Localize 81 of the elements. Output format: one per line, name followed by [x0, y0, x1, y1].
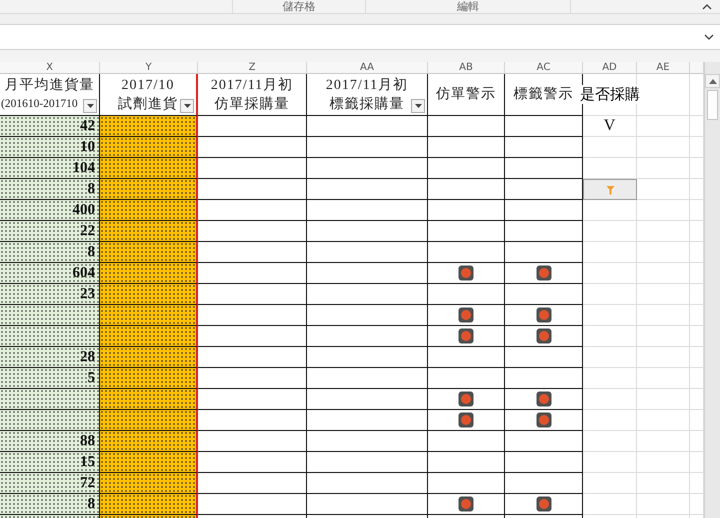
column-header[interactable]: Y [100, 62, 198, 74]
alert-icon [458, 412, 474, 428]
alert-icon [536, 307, 552, 323]
column-header[interactable]: Z [198, 62, 307, 74]
column-header[interactable]: X [0, 62, 100, 74]
table-cell: 15 [0, 452, 100, 473]
alert-icon [458, 328, 474, 344]
header-label: 2017/11月初 [326, 76, 408, 94]
table-cell [637, 116, 690, 137]
header-label: 標籤採購量 [330, 96, 404, 114]
table-cell [637, 137, 690, 158]
table-cell [637, 347, 690, 368]
table-cell: 104 [0, 158, 100, 179]
caret-icon [86, 104, 94, 108]
collapse-caret-icon[interactable] [702, 4, 712, 10]
table-cell: 10 [0, 137, 100, 158]
table-cell [637, 242, 690, 263]
alert-icon [458, 496, 474, 512]
header-label: 2017/11月初 [210, 76, 294, 94]
alert-icon [536, 265, 552, 281]
header-label: 2017/10 [122, 76, 174, 94]
table-cell [637, 326, 690, 347]
table-cell [637, 452, 690, 473]
table-cell: 8 [0, 242, 100, 263]
alert-icon [536, 496, 552, 512]
column-header[interactable]: AA [307, 62, 428, 74]
table-cell [637, 410, 690, 431]
expand-caret-icon[interactable] [704, 34, 714, 40]
header-label: 月平均進貨量 [4, 76, 94, 94]
table-cell [637, 389, 690, 410]
table-cell: 42 [0, 116, 100, 137]
table-cell: 8 [0, 179, 100, 200]
column-header[interactable]: AB [428, 62, 505, 74]
ribbon-group-label: 儲存格 [282, 0, 316, 12]
table-cell[interactable] [583, 179, 637, 200]
header-label: 仿單警示 [436, 86, 496, 104]
table-cell: 604 [0, 263, 100, 284]
table-cell [637, 368, 690, 389]
table-cell [637, 263, 690, 284]
table-cell [637, 158, 690, 179]
scrollbar-thumb[interactable] [707, 90, 718, 120]
table-cell [637, 473, 690, 494]
table-cell: 72 [0, 473, 100, 494]
filter-button[interactable] [411, 99, 425, 113]
alert-icon [458, 307, 474, 323]
scroll-up-button[interactable] [705, 74, 720, 88]
table-cell [637, 221, 690, 242]
column-header[interactable]: AE [637, 62, 690, 74]
alert-icon [458, 391, 474, 407]
table-cell [637, 494, 690, 515]
table-cell: 23 [0, 284, 100, 305]
caret-icon [184, 104, 190, 108]
header-label: 是否採購 [580, 85, 640, 104]
alert-icon [536, 412, 552, 428]
filter-button[interactable] [180, 99, 194, 113]
table-cell: 88 [0, 431, 100, 452]
ribbon-group-label: 編輯 [457, 0, 479, 12]
caret-icon [414, 104, 422, 108]
header-label: 仿單採購量 [214, 96, 290, 114]
header-label: 標籤警示 [514, 86, 574, 104]
arrow-icon [606, 184, 614, 194]
header-label: 試劑進貨 [118, 96, 178, 114]
table-cell: 8 [0, 494, 100, 515]
column-header[interactable]: AC [505, 62, 583, 74]
column-header[interactable]: AD [583, 62, 637, 74]
caret-icon [708, 78, 716, 84]
table-cell: 28 [0, 347, 100, 368]
table-cell [637, 179, 690, 200]
table-cell [637, 284, 690, 305]
filter-button[interactable] [83, 99, 97, 113]
table-cell: 400 [0, 200, 100, 221]
table-cell [637, 431, 690, 452]
table-cell [637, 305, 690, 326]
alert-icon [458, 265, 474, 281]
table-cell [637, 200, 690, 221]
header-label: (201610-201710 [0, 96, 78, 112]
table-cell: 22 [0, 221, 100, 242]
table-cell: 5 [0, 368, 100, 389]
table-cell[interactable]: V [583, 116, 637, 137]
alert-icon [536, 328, 552, 344]
alert-icon [536, 391, 552, 407]
